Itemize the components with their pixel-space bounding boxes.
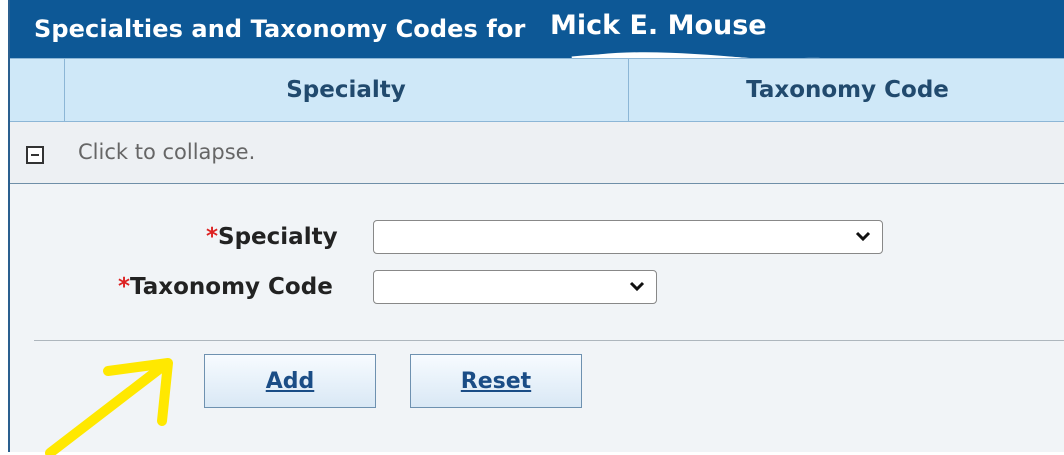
annotation-arrow-icon xyxy=(45,358,173,455)
table-header: Specialty Taxonomy Code xyxy=(10,58,1064,122)
form-divider xyxy=(34,340,1064,341)
add-button[interactable]: Add xyxy=(204,354,376,408)
taxonomy-code-select[interactable] xyxy=(373,270,657,304)
required-marker: * xyxy=(206,224,219,250)
collapse-row[interactable]: Click to collapse. xyxy=(10,122,1064,184)
taxonomy-label-text: Taxonomy Code xyxy=(130,274,333,300)
header-spacer xyxy=(10,59,65,121)
panel-title-bar: Specialties and Taxonomy Codes for Mick … xyxy=(10,0,1064,72)
reset-button[interactable]: Reset xyxy=(410,354,582,408)
panel-title: Specialties and Taxonomy Codes for xyxy=(34,15,526,43)
column-taxonomy-code[interactable]: Taxonomy Code xyxy=(629,59,1064,121)
specialty-label: *Specialty xyxy=(206,224,338,250)
specialty-select[interactable] xyxy=(373,220,883,254)
chevron-down-icon xyxy=(629,281,645,292)
collapse-minus-icon[interactable] xyxy=(26,146,44,164)
provider-name: Mick E. Mouse xyxy=(550,10,767,41)
taxonomy-label: *Taxonomy Code xyxy=(118,274,333,300)
collapse-label[interactable]: Click to collapse. xyxy=(78,140,255,164)
specialty-label-text: Specialty xyxy=(218,224,338,250)
chevron-down-icon xyxy=(855,231,871,242)
required-marker: * xyxy=(118,274,131,300)
column-specialty[interactable]: Specialty xyxy=(64,59,629,121)
